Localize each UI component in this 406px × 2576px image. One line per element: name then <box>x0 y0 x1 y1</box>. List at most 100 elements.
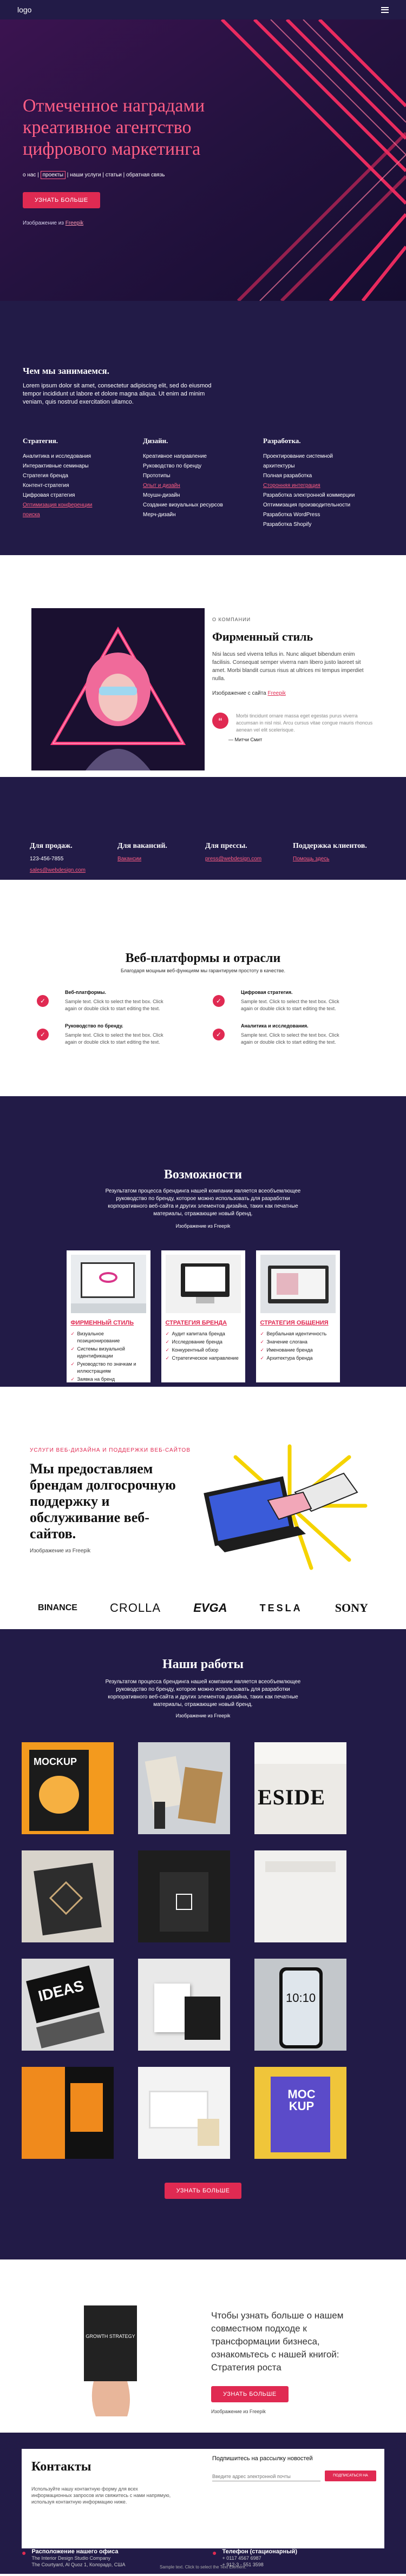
services-column-strategy: Стратегия. Аналитика и исследования Инте… <box>23 437 143 530</box>
freepik-link[interactable]: Freepik <box>66 220 83 226</box>
list-item: Мерч-дизайн <box>143 512 176 518</box>
hero-title: Отмеченное наградами креативное агентств… <box>23 96 205 159</box>
contact-title: Для прессы. <box>205 842 247 850</box>
column-title: Стратегия. <box>23 437 58 445</box>
card-title[interactable]: СТРАТЕГИЯ БРЕНДА <box>166 1320 241 1326</box>
newsletter-label: Подпишитесь на рассылку новостей <box>212 2455 313 2462</box>
list-item: Стратегическое направление <box>166 1355 241 1362</box>
list-item: Стратегия бренда <box>23 473 68 479</box>
contacts-description: Используйте нашу контактную форму для вс… <box>31 2486 171 2505</box>
gallery-tile[interactable] <box>22 1850 114 1942</box>
list-item: Руководство по бренду <box>143 463 202 469</box>
capabilities-credit: Изображение из Freepik <box>175 1223 231 1229</box>
contact-email-link[interactable]: sales@webdesign.com <box>30 867 117 873</box>
list-item-link[interactable]: Опыт и дизайн <box>143 481 263 491</box>
list-item: Вербальная идентичность <box>260 1330 336 1338</box>
tile-text: 10:10 <box>286 1991 316 2005</box>
capability-card: ФИРМЕННЫЙ СТИЛЬ Визуальное позиционирова… <box>66 1250 150 1383</box>
list-item: Создание визуальных ресурсов <box>143 502 223 508</box>
list-item: Визуальное позиционирование <box>71 1330 146 1345</box>
gallery-tile[interactable] <box>138 1850 230 1942</box>
book-text: Чтобы узнать больше о нашем совместном п… <box>211 2310 344 2373</box>
email-input[interactable]: Введите адрес электронной почты <box>212 2470 320 2481</box>
services-column-development: Разработка. Проектирование системной арх… <box>263 437 383 530</box>
hero-link-projects[interactable]: проекты <box>40 171 66 179</box>
book-learn-more-button[interactable]: узнать больше <box>211 2386 289 2402</box>
gallery-tile[interactable]: 10:10 <box>254 1959 346 2051</box>
list-item: Заявка на бренд <box>71 1376 146 1383</box>
gallery-tile[interactable]: IDEAS <box>22 1959 114 2051</box>
hero-link-articles[interactable]: статьи <box>106 172 122 178</box>
platform-title: Цифровая стратегия. <box>241 990 293 995</box>
phone-line: + 0117 4567 6987 <box>222 2555 261 2561</box>
office-line: The Interior Design Studio Company <box>31 2555 111 2561</box>
capabilities-title: Возможности <box>163 1168 243 1182</box>
list-item-link[interactable]: поиска <box>23 510 143 520</box>
tile-text: ESIDE <box>258 1785 326 1809</box>
gallery-tile[interactable] <box>254 1850 346 1942</box>
hero-learn-more-button[interactable]: узнать больше <box>23 192 100 208</box>
list-item: Значение слогана <box>260 1339 336 1346</box>
list-item: Моушн-дизайн <box>143 492 180 498</box>
platforms-section: Веб-платформы и отрасли Благодаря мощным… <box>0 880 406 1096</box>
check-icon: ✓ <box>213 995 225 1007</box>
list-item: Оптимизация производительности <box>263 502 351 508</box>
menu-icon[interactable] <box>381 6 389 13</box>
about-section: О КОМПАНИИ Фирменный стиль Nisi lacus se… <box>0 555 406 777</box>
list-item: Руководство по значкам и иллюстрациям <box>71 1361 146 1375</box>
list-item-link[interactable]: Оптимизация конференции <box>23 500 143 510</box>
hero-link-feedback[interactable]: обратная связь <box>126 172 165 178</box>
office-title: Расположение нашего офиса <box>31 2548 119 2555</box>
gallery-tile[interactable]: ESIDE <box>254 1742 346 1834</box>
check-icon: ✓ <box>37 995 49 1007</box>
contact-title: Для продаж. <box>30 842 73 850</box>
list-item: Аудит капитала бренда <box>166 1330 241 1338</box>
capability-card: СТРАТЕГИЯ ОБЩЕНИЯ Вербальная идентичност… <box>256 1250 340 1382</box>
quote-author: — Митчи Смит <box>228 737 263 742</box>
platform-item: ✓ Руководство по бренду. Sample text. Clic… <box>37 1023 167 1046</box>
gallery-tile[interactable]: MOCKUP <box>22 1742 114 1834</box>
footer-text: Sample text. Click to select the Text El… <box>160 2565 246 2570</box>
platform-title: Веб-платформы. <box>65 990 106 995</box>
hero-link-about[interactable]: о нас <box>23 172 36 178</box>
platform-item: ✓ Аналитика и исследования. Sample text. C… <box>213 1023 343 1046</box>
list-item-link[interactable]: Сторонняя интеграция <box>263 481 383 491</box>
about-kicker: О КОМПАНИИ <box>212 617 251 622</box>
brand-logo: CROLLA <box>110 1601 161 1615</box>
platform-title: Руководство по бренду. <box>65 1023 123 1029</box>
works-lead: Результатом процесса брендинга нашей ком… <box>105 1679 301 1708</box>
gallery-tile[interactable] <box>138 1742 230 1834</box>
contact-band: Для продаж. 123-456-7855 sales@webdesign… <box>0 777 406 880</box>
hero-content: Отмеченное наградами креативное агентств… <box>23 95 228 226</box>
book-credit: Изображение из Freepik <box>211 2409 266 2414</box>
list-item: Креативное направление <box>143 453 207 459</box>
jobs-link[interactable]: Вакансии <box>117 856 205 862</box>
freepik-link[interactable]: Freepik <box>268 690 286 696</box>
card-title[interactable]: ФИРМЕННЫЙ СТИЛЬ <box>71 1320 146 1326</box>
card-title[interactable]: СТРАТЕГИЯ ОБЩЕНИЯ <box>260 1320 336 1326</box>
phone-title: Телефон (стационарный) <box>222 2548 298 2555</box>
platform-text: Sample text. Click to select the text bo… <box>241 1032 339 1045</box>
works-section: Наши работы Результатом процесса брендин… <box>0 1629 406 2259</box>
support-link[interactable]: Помощь здесь <box>293 856 381 862</box>
support-section: УСЛУГИ ВЕБ-ДИЗАЙНА И ПОДДЕРЖКИ ВЕБ-САЙТО… <box>0 1387 406 1587</box>
gallery-tile[interactable] <box>22 2067 114 2159</box>
hero-links: о нас | проекты | наши услуги | статьи |… <box>23 171 165 179</box>
contact-title: Для вакансий. <box>117 842 167 850</box>
gallery-tile[interactable] <box>138 2067 230 2159</box>
contacts-section: Контакты Используйте нашу контактную фор… <box>0 2433 406 2574</box>
card-image <box>70 1255 146 1313</box>
logo[interactable]: logo <box>17 5 31 14</box>
quote-icon: “ <box>212 713 228 729</box>
works-learn-more-button[interactable]: узнать больше <box>164 2183 242 2199</box>
contact-sales: Для продаж. 123-456-7855 sales@webdesign… <box>30 842 117 880</box>
press-email-link[interactable]: press@webdesign.com <box>205 856 293 862</box>
hero-link-services[interactable]: наши услуги <box>70 172 101 178</box>
contact-title: Поддержка клиентов. <box>293 842 367 850</box>
services-section: Чем мы занимаемся. Lorem ipsum dolor sit… <box>0 301 406 555</box>
contact-support: Поддержка клиентов. Помощь здесь <box>293 842 381 880</box>
gallery-tile[interactable]: MOC KUP <box>254 2067 346 2159</box>
gallery-tile[interactable] <box>138 1959 230 2051</box>
subscribe-button[interactable]: ПОДПИСАТЬСЯ НА РАССЫЛКУ <box>325 2470 376 2488</box>
services-lead: Lorem ipsum dolor sit amet, consectetur … <box>23 383 212 405</box>
